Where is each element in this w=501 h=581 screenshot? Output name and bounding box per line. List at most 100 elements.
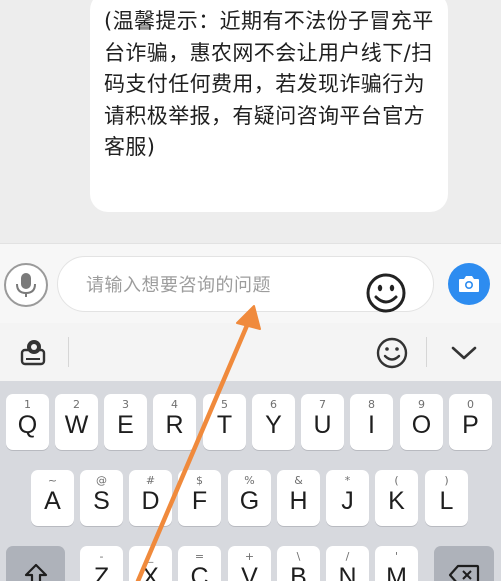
key-o-label: O	[411, 411, 432, 439]
key-k-sub: (	[394, 474, 399, 487]
key-l[interactable]: ) L	[425, 470, 468, 526]
key-m[interactable]: ' M	[375, 546, 418, 581]
emoji-keyboard-button[interactable]	[374, 335, 410, 371]
camera-button[interactable]	[448, 263, 490, 305]
key-p-sub: 0	[467, 398, 474, 411]
camera-icon	[459, 276, 479, 292]
input-bar: 请输入想要咨询的问题	[0, 243, 501, 323]
key-m-sub: '	[394, 550, 399, 563]
key-k[interactable]: (K	[375, 470, 418, 526]
key-j[interactable]: * J	[326, 470, 369, 526]
key-c-sub: =	[194, 550, 205, 563]
key-b-sub: \	[296, 550, 301, 563]
key-m-label: M	[386, 563, 407, 581]
smiley-icon	[376, 337, 408, 369]
key-t[interactable]: 5T	[203, 394, 246, 450]
keyboard-toolbar	[0, 323, 501, 381]
key-l-label: L	[439, 487, 454, 515]
backspace-key[interactable]	[434, 546, 494, 581]
question-input[interactable]: 请输入想要咨询的问题	[57, 256, 434, 313]
key-b[interactable]: \ B	[277, 546, 320, 581]
key-f-label: F	[191, 487, 208, 515]
microphone-icon	[16, 273, 36, 297]
key-g-sub: %	[244, 474, 255, 487]
key-t-label: T	[216, 411, 233, 439]
message-text: (温馨提示：近期有不法份子冒充平台诈骗，惠农网不会让用户线下/扫码支付任何费用，…	[104, 9, 434, 159]
key-p[interactable]: 0P	[449, 394, 492, 450]
key-a-sub: ~	[47, 474, 58, 487]
key-c-label: C	[190, 563, 209, 581]
key-l-sub: )	[444, 474, 449, 487]
chat-area: (温馨提示：近期有不法份子冒充平台诈骗，惠农网不会让用户线下/扫码支付任何费用，…	[0, 0, 501, 243]
key-n-sub: /	[345, 550, 350, 563]
keyboard-settings-icon	[20, 340, 46, 366]
key-w-sub: 2	[73, 398, 80, 411]
key-f[interactable]: $ F	[178, 470, 221, 526]
key-j-label: J	[341, 487, 354, 515]
key-h-sub: &	[294, 474, 303, 487]
key-j-sub: *	[344, 474, 351, 487]
key-k-label: K	[388, 487, 405, 515]
shift-key[interactable]	[6, 546, 65, 581]
key-h-label: H	[289, 487, 308, 515]
emoji-button[interactable]	[363, 270, 409, 316]
key-w[interactable]: 2W	[55, 394, 98, 450]
chevron-down-icon	[451, 346, 477, 360]
key-e-label: E	[117, 411, 134, 439]
key-o-sub: 9	[418, 398, 425, 411]
key-z[interactable]: -Z	[80, 546, 123, 581]
collapse-keyboard-button[interactable]	[448, 337, 480, 369]
key-i-sub: 8	[368, 398, 375, 411]
voice-input-button[interactable]	[4, 263, 48, 307]
keyboard-settings-button[interactable]	[18, 336, 50, 368]
key-h[interactable]: & H	[277, 470, 320, 526]
key-s-label: S	[93, 487, 110, 515]
key-u[interactable]: 7U	[301, 394, 344, 450]
key-r[interactable]: 4R	[153, 394, 196, 450]
key-q[interactable]: 1Q	[6, 394, 49, 450]
input-placeholder: 请输入想要咨询的问题	[86, 275, 271, 296]
key-p-label: P	[462, 411, 479, 439]
key-x-label: X	[142, 563, 159, 581]
key-b-label: B	[290, 563, 307, 581]
key-f-sub: $	[196, 474, 203, 487]
key-a-label: A	[44, 487, 61, 515]
key-z-sub: -	[99, 550, 104, 563]
key-u-sub: 7	[319, 398, 326, 411]
key-x-sub: _	[147, 550, 154, 563]
key-v-sub: +	[244, 550, 255, 563]
key-d-sub: #	[145, 474, 156, 487]
key-z-label: Z	[93, 563, 110, 581]
key-e-sub: 3	[122, 398, 129, 411]
key-n[interactable]: / N	[326, 546, 369, 581]
key-d[interactable]: # D	[129, 470, 172, 526]
key-y[interactable]: 6Y	[252, 394, 295, 450]
key-a[interactable]: ~ A	[31, 470, 74, 526]
toolbar-divider	[68, 337, 69, 367]
key-c[interactable]: = C	[178, 546, 221, 581]
key-y-sub: 6	[270, 398, 277, 411]
keyboard: 1Q 2W 3E 4R 5T 6Y 7U 8I 9O 0P ~ A @ S # D $…	[0, 381, 501, 581]
key-x[interactable]: _ X	[129, 546, 172, 581]
key-t-sub: 5	[221, 398, 228, 411]
key-g-label: G	[239, 487, 260, 515]
key-i-label: I	[368, 411, 375, 439]
key-i[interactable]: 8I	[350, 394, 393, 450]
key-v[interactable]: + V	[228, 546, 271, 581]
key-r-sub: 4	[171, 398, 178, 411]
key-w-label: W	[64, 411, 89, 439]
key-q-label: Q	[17, 411, 38, 439]
key-q-sub: 1	[24, 398, 31, 411]
key-n-label: N	[338, 563, 357, 581]
emoji-icon	[366, 273, 406, 313]
key-r-label: R	[165, 411, 184, 439]
shift-icon	[24, 563, 48, 581]
key-s-sub: @	[96, 474, 107, 487]
key-g[interactable]: % G	[228, 470, 271, 526]
key-e[interactable]: 3E	[104, 394, 147, 450]
key-o[interactable]: 9O	[400, 394, 443, 450]
key-d-label: D	[141, 487, 160, 515]
key-v-label: V	[241, 563, 258, 581]
key-s[interactable]: @ S	[80, 470, 123, 526]
key-u-label: U	[313, 411, 332, 439]
